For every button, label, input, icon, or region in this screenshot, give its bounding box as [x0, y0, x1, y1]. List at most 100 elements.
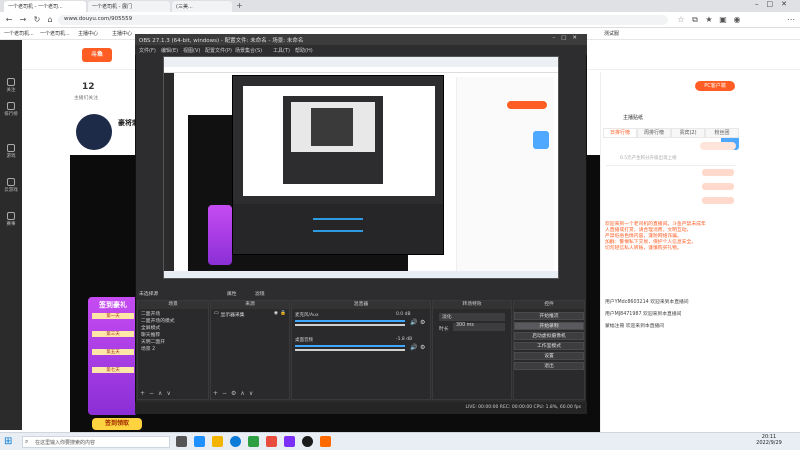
extensions-icon[interactable]: ⧉	[690, 15, 700, 25]
app-icon[interactable]	[248, 436, 259, 447]
taskbar-search[interactable]: 在这里输入你要搜索的内容	[22, 436, 170, 448]
more-icon[interactable]: ⋯	[786, 15, 796, 25]
menu-view[interactable]: 视图(V)	[183, 47, 200, 54]
monitor-icon: ▭	[214, 311, 219, 316]
sidebar-item-events[interactable]: 赛事	[2, 212, 20, 227]
scene-item[interactable]: 场景 2	[141, 346, 205, 353]
chat-line: 用户MJ8471987 欢迎来到本直播间	[605, 312, 682, 317]
dock-title: 场景	[138, 301, 208, 309]
collections-icon[interactable]: ▣	[718, 15, 728, 25]
avatar[interactable]	[76, 114, 112, 150]
sidebar-item-rank[interactable]: 排行榜	[2, 102, 20, 117]
gear-icon[interactable]: ⚙	[420, 319, 425, 326]
edge-icon[interactable]	[230, 436, 241, 447]
eye-icon[interactable]: ◉	[274, 311, 278, 318]
day-label: 第五天	[92, 349, 134, 355]
virtual-camera-button[interactable]: 启动虚拟摄像机	[514, 332, 584, 340]
bookmark-item[interactable]: 测试服	[604, 30, 619, 37]
scene-item[interactable]: 二面开场的模式	[141, 318, 205, 325]
star-icon[interactable]: ☆	[676, 15, 686, 25]
gear-icon[interactable]: ⚙	[420, 344, 425, 351]
forward-icon[interactable]: →	[18, 15, 28, 25]
menu-scene-collection[interactable]: 场景集合(S)	[235, 47, 262, 54]
bookmark-item[interactable]: 主播中心	[78, 30, 98, 37]
properties-button[interactable]: 属性	[227, 290, 237, 297]
windows-start-icon[interactable]: ⊞	[4, 436, 15, 447]
duration-input[interactable]: 300 ms	[453, 323, 505, 331]
obs-window-controls[interactable]: –□✕	[552, 35, 583, 41]
obs-preview[interactable]	[163, 56, 559, 279]
menu-file[interactable]: 文件(F)	[139, 47, 156, 54]
tab-day-rank[interactable]: 日排行榜	[603, 128, 637, 138]
site-sidebar: 关注 排行榜 游戏 云游戏 赛事	[0, 40, 22, 430]
sidebar-item-game[interactable]: 游戏	[2, 144, 20, 159]
transition-select[interactable]: 淡化	[439, 313, 505, 321]
speaker-icon[interactable]: 🔊	[410, 344, 417, 351]
volume-slider[interactable]	[295, 324, 405, 326]
exit-button[interactable]: 退出	[514, 362, 584, 370]
folder-icon[interactable]	[212, 436, 223, 447]
sidebar-item-follow[interactable]: 关注	[2, 78, 20, 93]
sign-in-button[interactable]: 签到领取	[92, 418, 142, 430]
tab-week-rank[interactable]: 周排行榜	[637, 128, 671, 138]
app-icon[interactable]	[320, 436, 331, 447]
sign-in-promo[interactable]: 签到豪礼 第一天 第三天 第五天 第七天	[88, 297, 138, 415]
scene-controls[interactable]: +−∧∨	[140, 390, 175, 397]
bookmark-item[interactable]: 主播中心	[112, 30, 132, 37]
studio-mode-button[interactable]: 工作室模式	[514, 342, 584, 350]
clock[interactable]: 20:11 2022/9/29	[752, 434, 786, 446]
bookmark-item[interactable]: 一个老司机...	[40, 30, 70, 37]
douyu-logo[interactable]: 斗鱼	[82, 48, 112, 62]
task-view-icon[interactable]	[176, 436, 187, 447]
browser-tab[interactable]: (三美...	[172, 1, 232, 12]
obs-taskbar-icon[interactable]	[302, 436, 313, 447]
url-field[interactable]: www.douyu.com/905559	[58, 15, 668, 25]
home-icon[interactable]: ⌂	[45, 15, 55, 25]
menu-profile[interactable]: 配置文件(P)	[205, 47, 232, 54]
sidebar-item-cloudgame[interactable]: 云游戏	[2, 178, 20, 193]
taskbar: ⊞ 在这里输入你要搜索的内容 ⌕ 20:11 2022/9/29	[0, 432, 800, 450]
app-icon[interactable]	[194, 436, 205, 447]
profile-icon[interactable]: ◉	[732, 15, 742, 25]
scene-item[interactable]: 聊天推荐	[141, 332, 205, 339]
day-label: 第一天	[92, 313, 134, 319]
volume-slider[interactable]	[295, 349, 405, 351]
sidebar-label: 排行榜	[4, 112, 18, 117]
app-icon[interactable]	[266, 436, 277, 447]
browser-tab[interactable]: 一个老司机 - 一个老司...	[4, 1, 86, 12]
pc-client-button[interactable]: PC客户端	[695, 81, 735, 91]
dock-title: 来源	[211, 301, 289, 309]
volume-meter	[295, 320, 405, 322]
start-streaming-button[interactable]: 开始推流	[514, 312, 584, 320]
lock-icon[interactable]: 🔒	[280, 311, 286, 318]
browser-tab[interactable]: 一个老司机 - 展门	[88, 1, 170, 12]
menu-tools[interactable]: 工具(T)	[273, 47, 290, 54]
transitions-dock: 转场特效 淡化 时长 300 ms	[432, 300, 512, 400]
scene-item[interactable]: 二面开场	[141, 311, 205, 318]
scene-item[interactable]: 全屏模式	[141, 325, 205, 332]
back-icon[interactable]: ←	[4, 15, 14, 25]
source-controls[interactable]: +−⚙∧∨	[213, 390, 257, 397]
tab-vip[interactable]: 贵宾(2)	[671, 128, 705, 138]
track-db: -1.8 dB	[396, 337, 413, 342]
start-recording-button[interactable]: 开始录制	[514, 322, 584, 330]
app-icon[interactable]	[284, 436, 295, 447]
sidebar-label: 游戏	[6, 154, 16, 159]
menu-help[interactable]: 帮助(H)	[295, 47, 313, 54]
speaker-icon[interactable]: 🔊	[410, 319, 417, 326]
gift-chip[interactable]	[700, 142, 736, 150]
menu-edit[interactable]: 编辑(E)	[161, 47, 178, 54]
tab-label: (三美...	[176, 4, 193, 10]
new-tab-icon[interactable]: +	[236, 1, 243, 10]
settings-button[interactable]: 设置	[514, 352, 584, 360]
source-item[interactable]: 显示器采集	[221, 311, 245, 318]
filters-button[interactable]: 滤镜	[255, 290, 265, 297]
follow-count: 12	[82, 82, 95, 92]
day-label: 第七天	[92, 367, 134, 373]
tab-fans[interactable]: 粉丝团	[705, 128, 739, 138]
reload-icon[interactable]: ↻	[32, 15, 42, 25]
bookmark-item[interactable]: 一个老司机...	[4, 30, 34, 37]
scene-item[interactable]: 天明二面开	[141, 339, 205, 346]
window-controls[interactable]: –□✕	[755, 0, 795, 8]
favorites-icon[interactable]: ★	[704, 15, 714, 25]
